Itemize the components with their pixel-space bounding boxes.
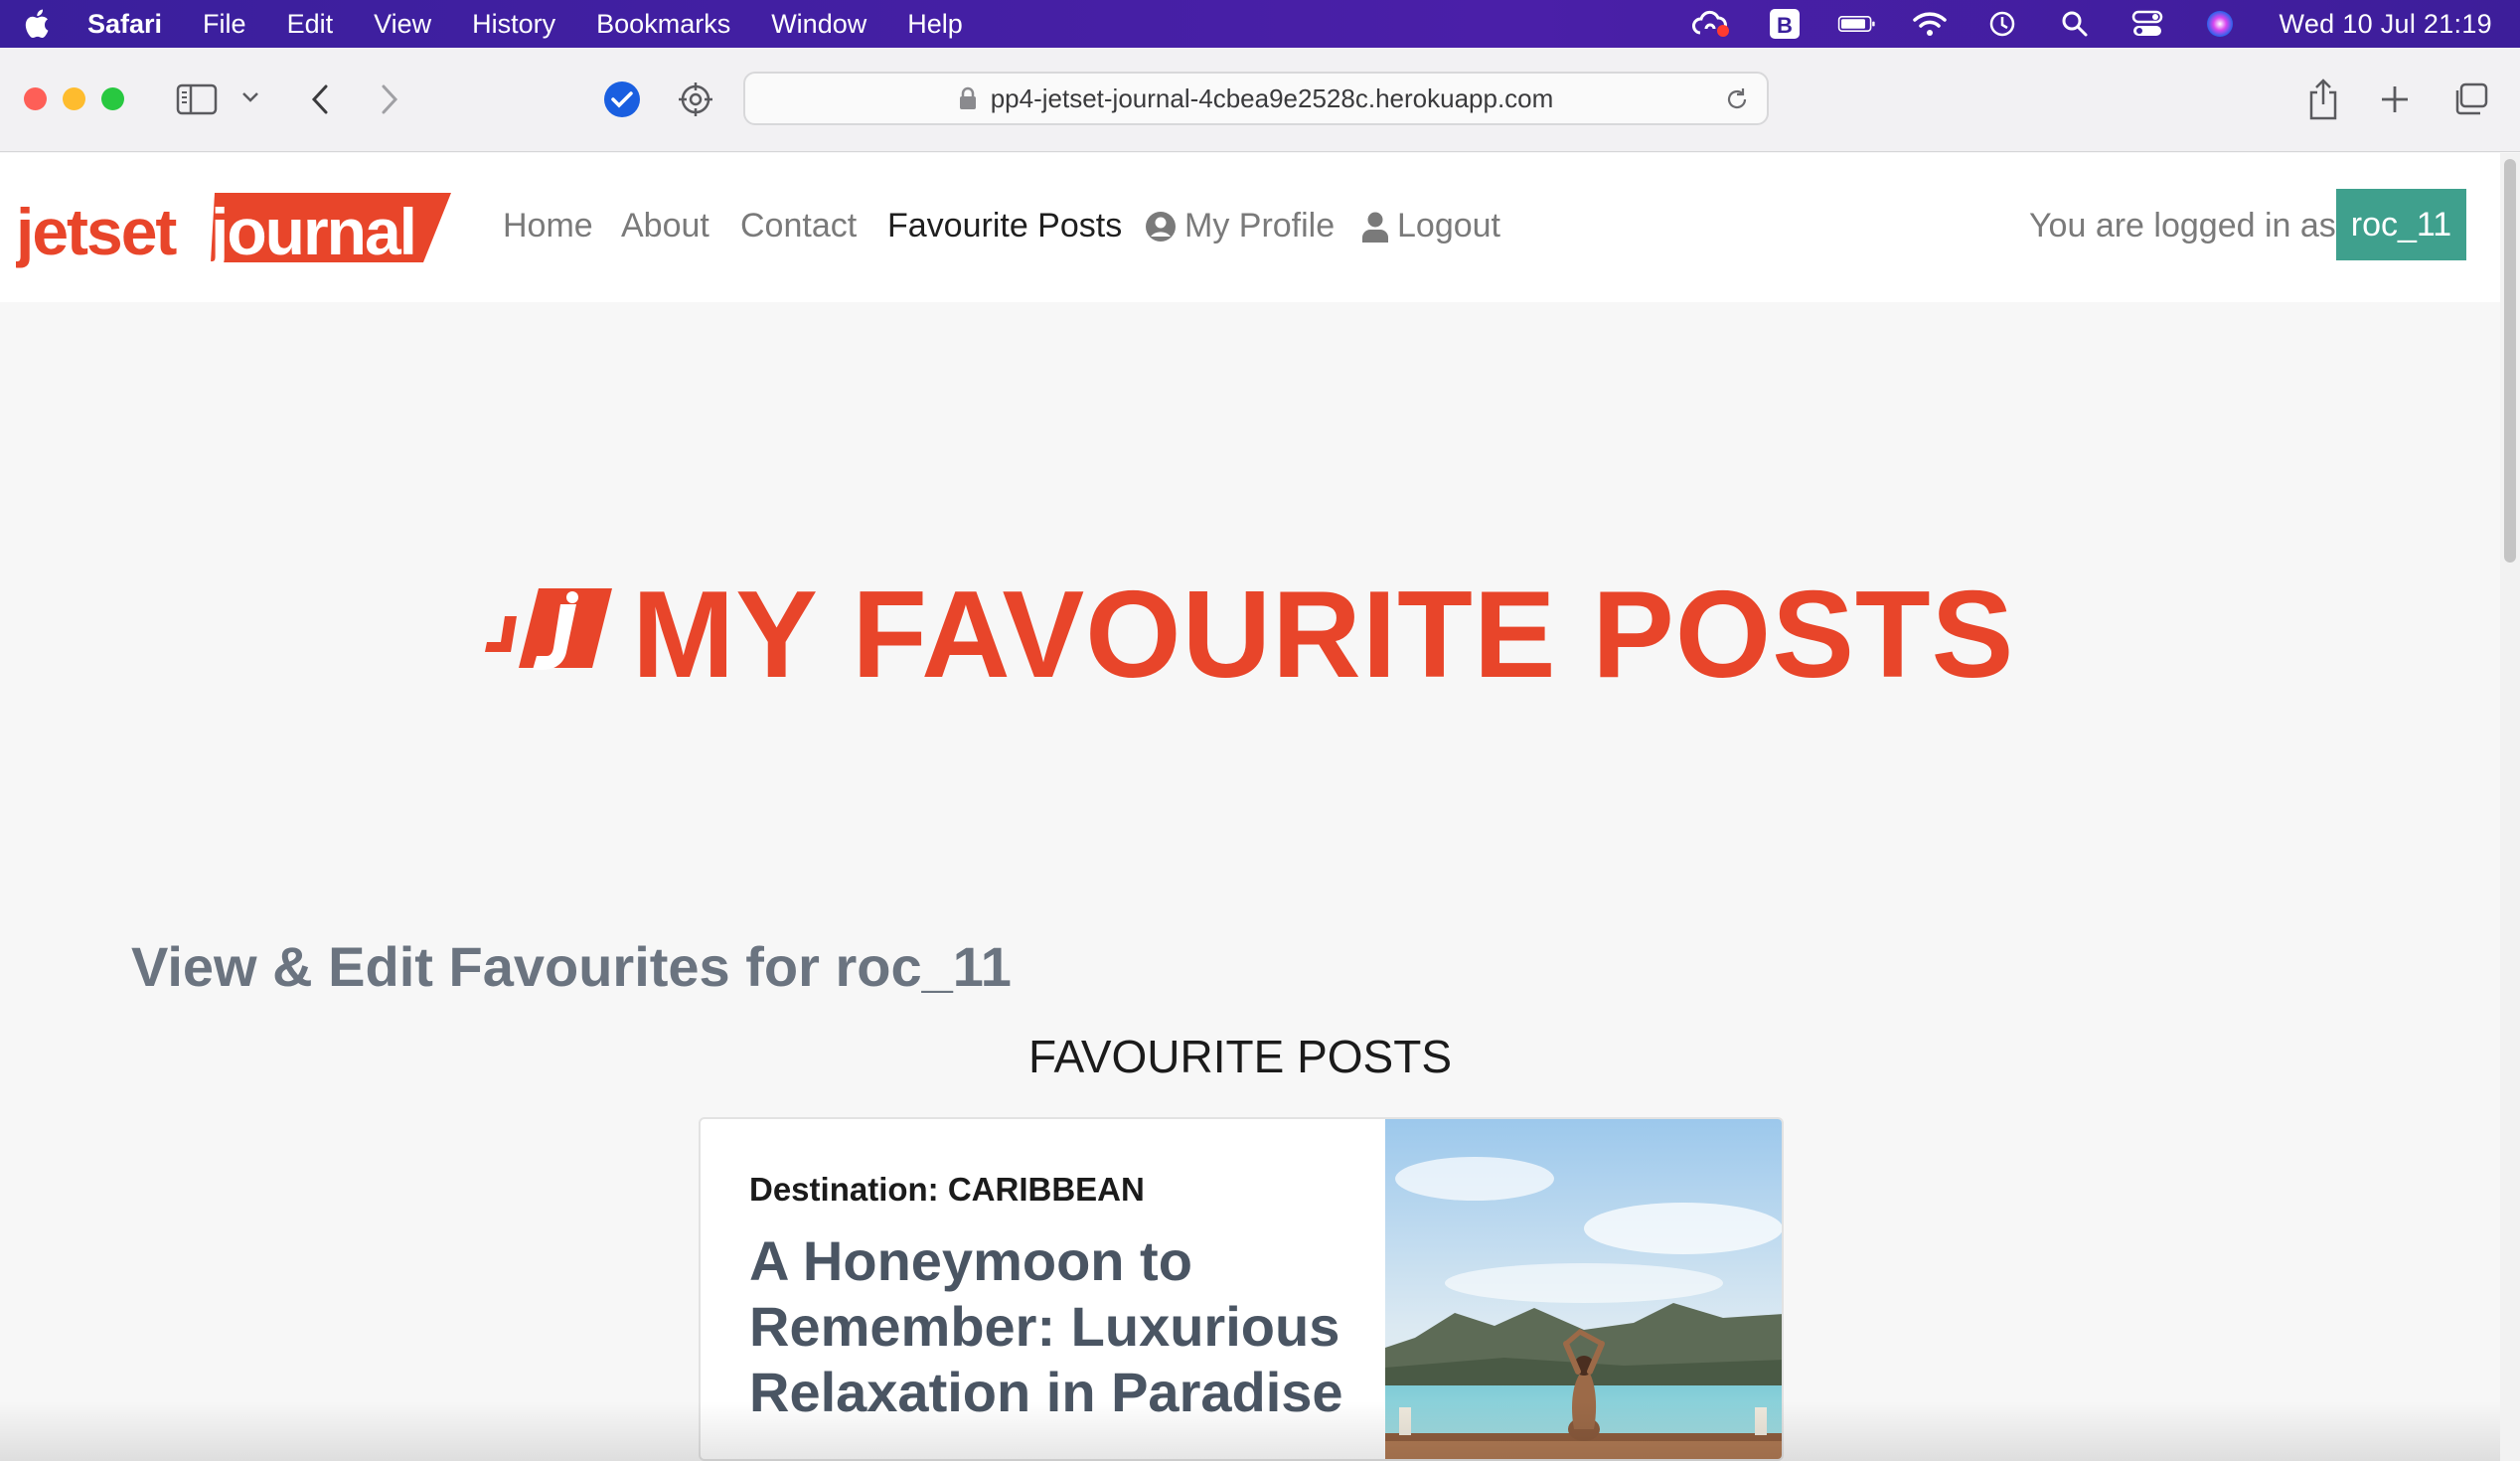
- menubar-clock[interactable]: Wed 10 Jul 21:19: [2280, 9, 2492, 40]
- nav-home-link[interactable]: Home: [503, 207, 593, 245]
- menu-history[interactable]: History: [472, 9, 555, 40]
- page-scrollbar[interactable]: [2500, 153, 2520, 1461]
- menu-edit[interactable]: Edit: [287, 9, 334, 40]
- address-bar[interactable]: pp4-jetset-journal-4cbea9e2528c.herokuap…: [743, 72, 1769, 125]
- menu-view[interactable]: View: [374, 9, 431, 40]
- url-text[interactable]: pp4-jetset-journal-4cbea9e2528c.herokuap…: [991, 83, 1554, 114]
- reload-icon[interactable]: [1723, 85, 1751, 120]
- post-title-link[interactable]: A Honeymoon to Remember: Luxurious Relax…: [749, 1228, 1365, 1425]
- chevron-down-icon[interactable]: [238, 85, 262, 109]
- forward-icon[interactable]: [372, 80, 407, 119]
- close-window-button[interactable]: [24, 87, 47, 110]
- share-icon[interactable]: [2303, 76, 2343, 123]
- zoom-window-button[interactable]: [101, 87, 124, 110]
- lock-icon: [959, 86, 977, 110]
- menu-app-safari[interactable]: Safari: [87, 9, 162, 40]
- scrollbar-thumb[interactable]: [2504, 159, 2516, 563]
- menu-help[interactable]: Help: [907, 9, 963, 40]
- nav-about-link[interactable]: About: [621, 207, 709, 245]
- macos-menubar: Safari File Edit View History Bookmarks …: [0, 0, 2520, 48]
- nav-my-profile-link[interactable]: My Profile: [1145, 207, 1335, 245]
- site-navbar: jetset journal Home About Contact Favour…: [0, 153, 2500, 302]
- favourite-post-card[interactable]: Destination: CARIBBEAN A Honeymoon to Re…: [699, 1117, 1784, 1461]
- wifi-icon[interactable]: [1910, 7, 1950, 41]
- username-badge: roc_11: [2336, 189, 2466, 260]
- nav-logout-label: Logout: [1397, 207, 1500, 244]
- logo-text-jetset: jetset: [16, 195, 177, 268]
- control-center-icon[interactable]: [2127, 7, 2167, 41]
- new-tab-icon[interactable]: [2375, 80, 2415, 119]
- battery-icon[interactable]: [1837, 7, 1877, 41]
- svg-text:B: B: [1777, 13, 1793, 38]
- apple-menu-icon[interactable]: [22, 8, 58, 40]
- tab-overview-icon[interactable]: [2450, 80, 2490, 119]
- logo-text-journal: journal: [209, 195, 415, 268]
- siri-icon[interactable]: [2200, 7, 2240, 41]
- jj-brand-icon: [485, 588, 612, 670]
- page-title: MY FAVOURITE POSTS: [632, 567, 2015, 704]
- menu-window[interactable]: Window: [771, 9, 866, 40]
- minimize-window-button[interactable]: [63, 87, 85, 110]
- post-featured-image[interactable]: [1385, 1119, 1784, 1461]
- sidebar-toggle-icon[interactable]: [175, 80, 219, 119]
- user-icon: [1361, 211, 1389, 243]
- creative-cloud-icon[interactable]: [1691, 7, 1732, 41]
- nav-logout-link[interactable]: Logout: [1361, 207, 1500, 245]
- nav-my-profile-label: My Profile: [1184, 207, 1336, 244]
- time-machine-icon[interactable]: [1982, 7, 2022, 41]
- nav-favourite-posts-link[interactable]: Favourite Posts: [887, 207, 1122, 245]
- extension-check-icon[interactable]: [602, 80, 642, 119]
- extension-target-icon[interactable]: [676, 80, 715, 119]
- favourite-posts-heading: FAVOURITE POSTS: [1028, 1031, 1452, 1082]
- user-circle-icon: [1145, 211, 1177, 243]
- back-icon[interactable]: [302, 80, 338, 119]
- jetset-journal-logo[interactable]: jetset journal: [16, 183, 453, 274]
- logged-in-text: You are logged in as: [2029, 207, 2336, 244]
- menu-bookmarks[interactable]: Bookmarks: [596, 9, 730, 40]
- bbedit-icon[interactable]: B: [1765, 7, 1805, 41]
- menu-file[interactable]: File: [203, 9, 246, 40]
- favourites-subtitle: View & Edit Favourites for roc_11: [131, 935, 1012, 998]
- post-destination: Destination: CARIBBEAN: [749, 1171, 1145, 1208]
- nav-contact-link[interactable]: Contact: [740, 207, 857, 245]
- spotlight-search-icon[interactable]: [2055, 7, 2095, 41]
